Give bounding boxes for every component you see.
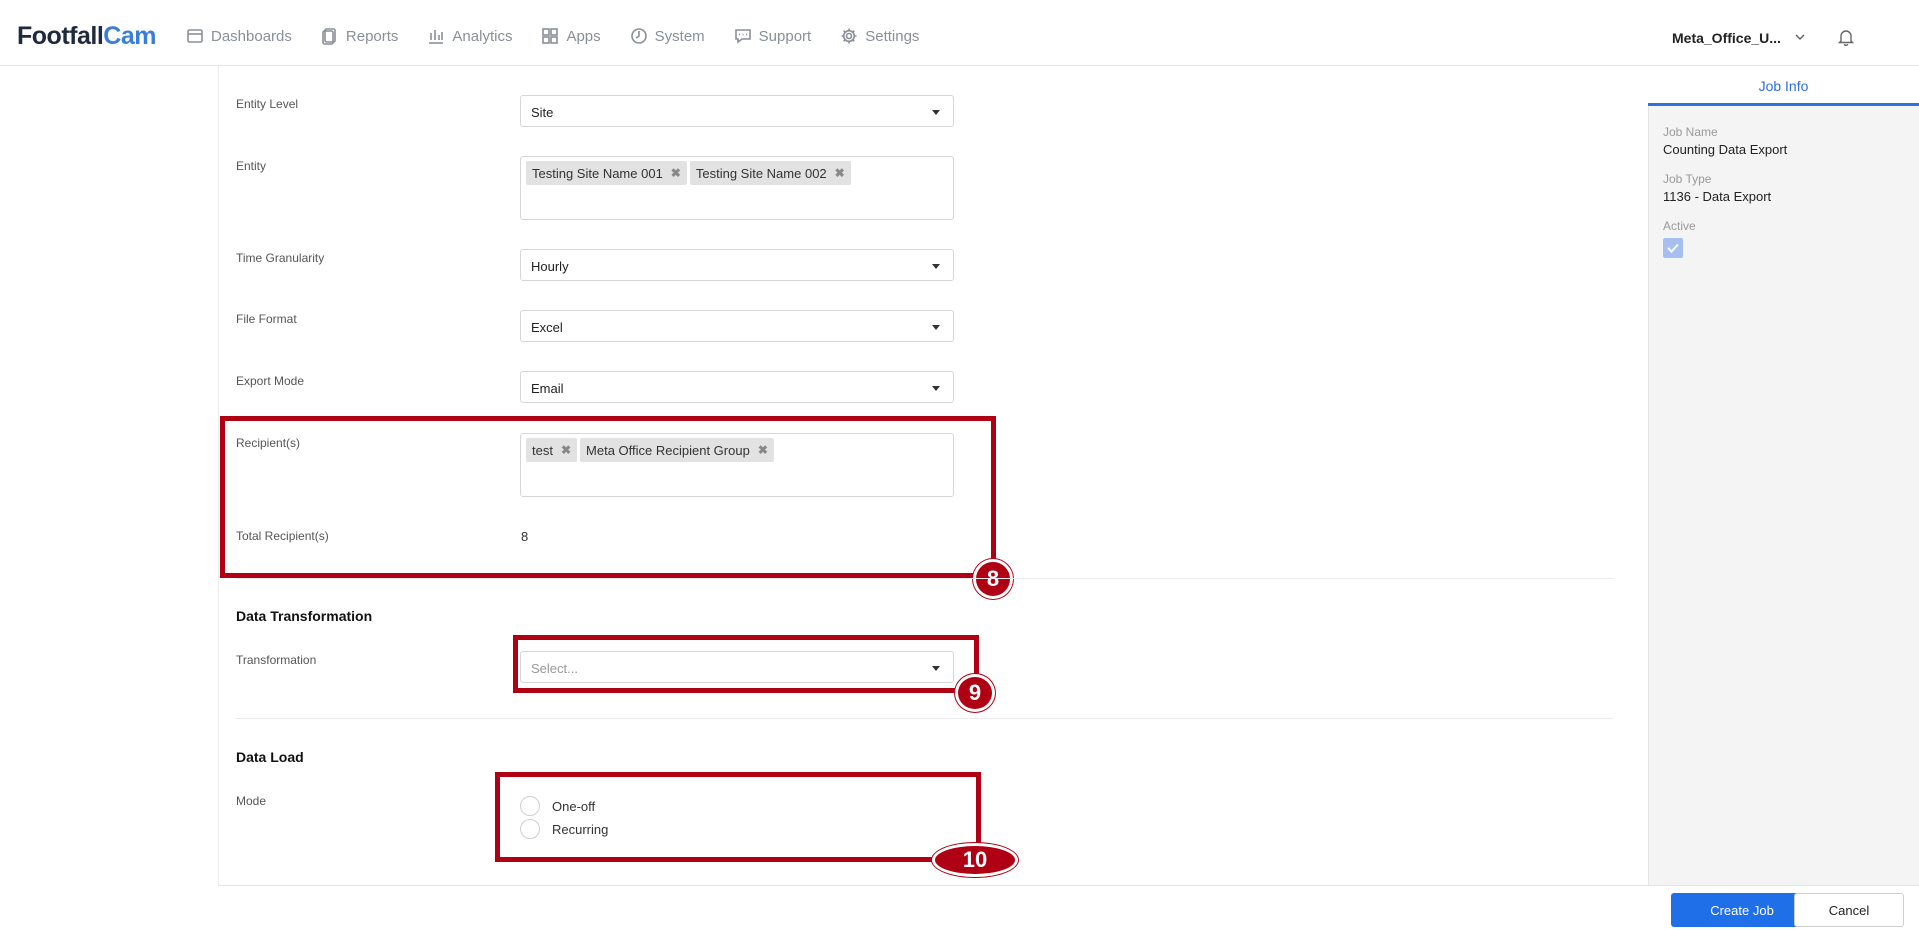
section-divider [236,718,1614,719]
mode-label: Mode [236,794,267,808]
caret-down-icon [932,264,940,269]
caret-down-icon [932,386,940,391]
logo[interactable]: FootfallCam [17,22,156,51]
nav-system[interactable]: System [630,27,705,45]
bell-icon[interactable] [1837,28,1855,46]
remove-tag-icon[interactable]: ✖ [835,166,845,180]
caret-down-icon [932,110,940,115]
annotation-box-10 [495,772,981,862]
file-format-select[interactable]: Excel [520,310,954,342]
reports-icon [322,28,336,45]
entity-tag-label: Testing Site Name 001 [532,165,663,181]
nav-support-label: Support [758,27,812,45]
time-granularity-value: Hourly [531,259,569,274]
export-mode-label: Export Mode [236,374,305,388]
transformation-label: Transformation [236,653,317,667]
entity-label: Entity [236,159,267,173]
active-label: Active [1663,219,1696,233]
job-name-value: Counting Data Export [1663,142,1788,157]
main-nav: Dashboards Reports Analytics Apps System… [186,27,948,45]
nav-settings-label: Settings [865,27,920,45]
nav-analytics[interactable]: Analytics [427,27,512,45]
annotation-box-9 [513,635,979,693]
annotation-box-8 [220,416,996,578]
job-type-value: 1136 - Data Export [1663,189,1772,204]
nav-analytics-label: Analytics [452,27,513,45]
nav-dashboards[interactable]: Dashboards [186,27,292,45]
entity-level-select[interactable]: Site [520,95,954,127]
data-load-title: Data Load [236,749,304,765]
chevron-down-icon[interactable] [1793,30,1807,44]
caret-down-icon [932,325,940,330]
system-icon [630,28,647,44]
entity-tag-label: Testing Site Name 002 [695,165,827,181]
entity-level-value: Site [531,105,554,120]
section-divider [236,578,1614,579]
data-transformation-title: Data Transformation [236,608,373,624]
nav-apps-label: Apps [566,27,601,45]
create-job-button[interactable]: Create Job [1671,893,1813,927]
entity-tag[interactable]: Testing Site Name 001 ✖ [526,161,687,185]
nav-reports[interactable]: Reports [321,27,399,45]
nav-dashboards-label: Dashboards [211,27,292,45]
dashboard-icon [187,29,203,43]
time-granularity-label: Time Granularity [236,251,325,265]
top-navbar: FootfallCam Dashboards Reports Analytics… [0,0,1919,66]
analytics-icon [429,30,444,44]
job-type-label: Job Type [1663,172,1712,186]
nav-apps[interactable]: Apps [541,27,601,45]
support-icon [734,29,751,44]
cancel-button[interactable]: Cancel [1794,893,1904,927]
remove-tag-icon[interactable]: ✖ [671,166,681,180]
job-name-label: Job Name [1663,125,1718,139]
file-format-value: Excel [531,320,563,335]
nav-settings[interactable]: Settings [840,27,919,45]
file-format-label: File Format [236,312,297,326]
checkmark-icon [1667,243,1679,253]
left-divider [218,66,219,930]
nav-support[interactable]: Support [734,27,812,45]
logo-text-footfall: Footfall [17,22,104,50]
export-mode-value: Email [531,381,564,396]
entity-multiselect[interactable]: Testing Site Name 001 ✖ Testing Site Name … [520,156,954,220]
annotation-badge-8: 8 [973,559,1013,599]
nav-system-label: System [654,27,705,45]
user-menu[interactable]: Meta_Office_U... [1672,30,1781,46]
annotation-badge-9: 9 [955,674,995,712]
annotation-badge-10: 10 [932,843,1018,877]
footer-bar [218,885,1919,930]
entity-tag[interactable]: Testing Site Name 002 ✖ [689,161,851,185]
apps-icon [542,28,559,44]
active-checkbox[interactable] [1663,238,1683,258]
logo-text-cam: Cam [103,22,156,50]
export-mode-select[interactable]: Email [520,371,954,403]
nav-reports-label: Reports [345,27,399,45]
tab-job-info[interactable]: Job Info [1648,66,1919,106]
gear-icon [841,28,857,44]
entity-level-label: Entity Level [236,97,299,111]
time-granularity-select[interactable]: Hourly [520,249,954,281]
